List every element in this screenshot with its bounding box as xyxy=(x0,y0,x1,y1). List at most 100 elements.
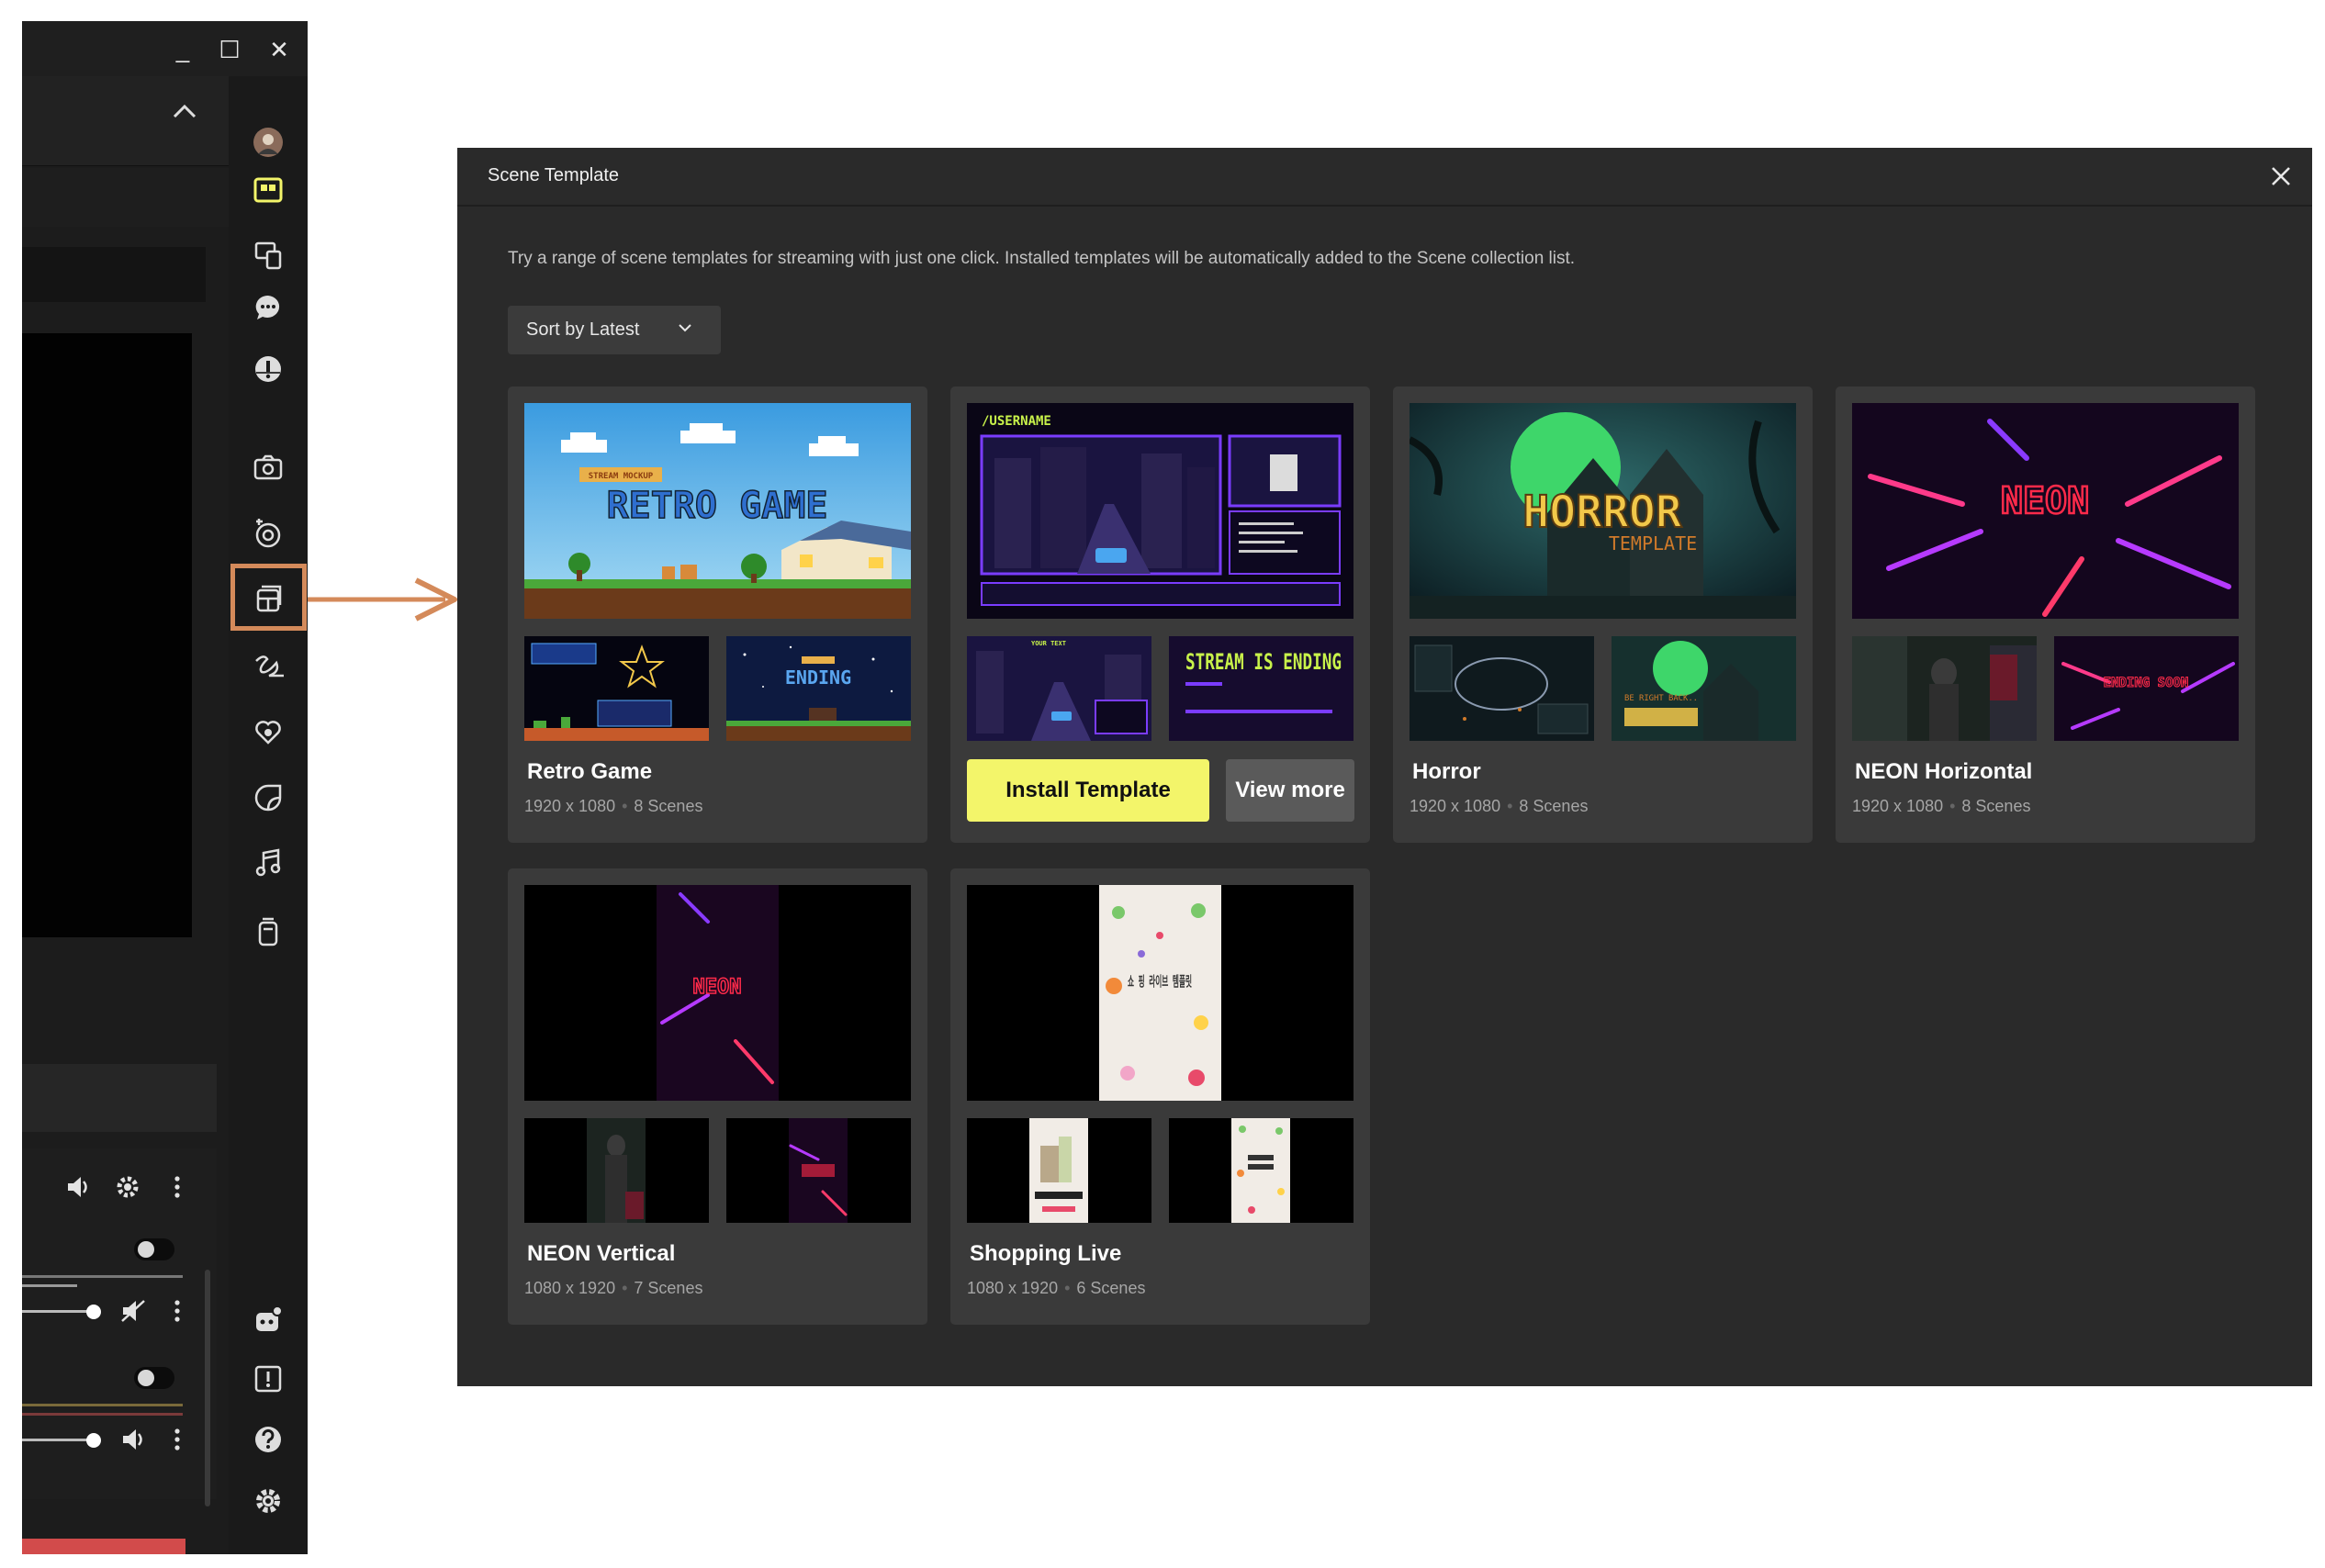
template-card-neon-horizontal[interactable]: NEON ENDING SOON NEON Horizontal 1920 x … xyxy=(1836,386,2255,843)
your-text-label: YOUR TEXT xyxy=(1031,640,1066,647)
chevron-up-icon[interactable] xyxy=(171,102,198,120)
template-name: NEON Horizontal xyxy=(1855,759,2033,784)
rec-button[interactable]: Rec xyxy=(22,1539,185,1554)
sort-label: Sort by Latest xyxy=(526,319,640,340)
alert-icon[interactable] xyxy=(249,350,287,388)
template-meta: 1920 x 1080 • 8 Scenes xyxy=(1410,797,1588,816)
pointer-arrow xyxy=(308,577,457,622)
speaker-icon[interactable] xyxy=(62,1171,94,1203)
music-icon[interactable] xyxy=(249,844,287,882)
stream-ending-text: STREAM IS ENDING xyxy=(1185,649,1342,675)
username-text: /USERNAME xyxy=(982,414,1051,429)
more-vertical-icon[interactable] xyxy=(162,1424,193,1455)
volume-meter-peak xyxy=(22,1413,183,1416)
retro-title: RETRO GAME xyxy=(607,485,828,527)
multi-device-icon[interactable] xyxy=(249,236,287,274)
template-resolution: 1920 x 1080 xyxy=(1410,797,1501,815)
template-scenes: 8 Scenes xyxy=(1961,797,2031,815)
stream-preview xyxy=(22,333,192,937)
sidebar-divider xyxy=(256,372,280,374)
close-icon[interactable] xyxy=(2266,162,2296,191)
template-thumbnail: YOUR TEXT xyxy=(967,636,1151,741)
ending-soon-text: ENDING SOON xyxy=(2104,676,2189,690)
scene-template-active-icon[interactable] xyxy=(249,171,287,209)
more-vertical-icon[interactable] xyxy=(162,1171,193,1203)
speaker-icon[interactable] xyxy=(118,1424,149,1455)
mute-toggle[interactable] xyxy=(134,1367,174,1389)
mixer-header xyxy=(22,1064,217,1132)
template-preview: NEON xyxy=(1852,403,2239,619)
template-thumbnail: BE RIGHT BACK.. xyxy=(1612,636,1796,741)
horror-subtitle: TEMPLATE xyxy=(1609,532,1697,554)
panel-toolbar xyxy=(22,168,229,227)
mute-toggle[interactable] xyxy=(134,1238,174,1260)
volume-slider[interactable] xyxy=(22,1439,94,1441)
template-name: Shopping Live xyxy=(970,1241,1122,1266)
webcam-settings-icon[interactable] xyxy=(249,514,287,553)
template-card-horror[interactable]: HORROR TEMPLATE BE RIGHT BACK.. Horror 1… xyxy=(1393,386,1813,843)
template-scenes: 8 Scenes xyxy=(1519,797,1589,815)
help-icon[interactable] xyxy=(249,1420,287,1459)
left-panel: Rec xyxy=(22,76,229,1554)
template-card-cyber-stream[interactable]: /USERNAME YOUR TEXT STREAM IS ENDING Ins… xyxy=(950,386,1370,843)
close-window-button[interactable]: ✕ xyxy=(264,34,295,65)
dialog-header: Scene Template xyxy=(457,148,2312,207)
chevron-down-icon xyxy=(679,324,691,332)
template-thumbnail xyxy=(1852,636,2037,741)
gear-icon[interactable] xyxy=(112,1171,143,1203)
more-vertical-icon[interactable] xyxy=(162,1295,193,1327)
template-card-retro-game[interactable]: STREAM MOCKUP RETRO GAME ENDING Retro Ga… xyxy=(508,386,927,843)
volume-slider-knob[interactable] xyxy=(86,1305,101,1319)
chat-icon[interactable] xyxy=(249,288,287,327)
template-thumbnail xyxy=(1169,1118,1353,1223)
template-scenes: 6 Scenes xyxy=(1076,1279,1146,1297)
template-preview: 쇼 핑 라이브 템플릿 xyxy=(967,885,1353,1101)
volume-slider[interactable] xyxy=(22,1310,94,1313)
view-more-button[interactable]: View more xyxy=(1226,759,1354,822)
draw-icon[interactable] xyxy=(249,646,287,685)
template-meta: 1920 x 1080 • 8 Scenes xyxy=(1852,797,2030,816)
be-right-back-text: BE RIGHT BACK.. xyxy=(1624,694,1698,703)
meta-separator: • xyxy=(622,797,628,815)
app-window: _ ☐ ✕ xyxy=(22,21,308,1554)
shopping-text: 쇼 핑 라이브 템플릿 xyxy=(1128,973,1192,990)
maximize-button[interactable]: ☐ xyxy=(214,34,245,65)
speaker-muted-icon[interactable] xyxy=(118,1295,149,1327)
template-preview: /USERNAME xyxy=(967,403,1353,619)
bot-icon[interactable] xyxy=(249,1300,287,1338)
template-resolution: 1080 x 1920 xyxy=(967,1279,1059,1297)
camera-icon[interactable] xyxy=(249,448,287,487)
heart-icon[interactable] xyxy=(249,712,287,751)
template-thumbnail xyxy=(1410,636,1594,741)
template-preview: NEON xyxy=(524,885,911,1101)
mixer-scrollbar[interactable] xyxy=(205,1270,210,1506)
neon-vertical-title: NEON xyxy=(693,976,742,999)
template-card-shopping-live[interactable]: 쇼 핑 라이브 템플릿 Shopping Live 1080 x 1920 • 6 … xyxy=(950,868,1370,1325)
title-bar: _ ☐ ✕ xyxy=(22,21,308,76)
template-preview: STREAM MOCKUP RETRO GAME xyxy=(524,403,911,619)
template-thumbnail xyxy=(967,1118,1151,1223)
sort-dropdown[interactable]: Sort by Latest xyxy=(508,306,721,354)
template-scenes: 8 Scenes xyxy=(634,797,703,815)
install-template-button[interactable]: Install Template xyxy=(967,759,1209,822)
template-thumbnail: STREAM IS ENDING xyxy=(1169,636,1353,741)
template-thumbnail xyxy=(726,1118,911,1223)
template-resolution: 1920 x 1080 xyxy=(524,797,616,815)
notice-icon[interactable] xyxy=(249,1360,287,1398)
meta-separator: • xyxy=(1064,1279,1071,1297)
volume-slider-knob[interactable] xyxy=(86,1433,101,1448)
icon-sidebar xyxy=(229,76,308,1554)
settings-gear-icon[interactable] xyxy=(249,1482,287,1520)
dialog-title: Scene Template xyxy=(488,165,620,185)
retro-subtitle: STREAM MOCKUP xyxy=(589,472,654,481)
template-thumbnail xyxy=(524,1118,709,1223)
remote-icon[interactable] xyxy=(249,912,287,950)
template-card-neon-vertical[interactable]: NEON NEON Vertical 1080 x 1920 • 7 Scenes xyxy=(508,868,927,1325)
template-thumbnail: ENDING xyxy=(726,636,911,741)
volume-meter xyxy=(22,1404,183,1406)
template-name: Retro Game xyxy=(527,759,653,784)
template-resolution: 1920 x 1080 xyxy=(1852,797,1944,815)
sticker-icon[interactable] xyxy=(249,778,287,817)
profile-avatar[interactable] xyxy=(249,123,287,162)
minimize-button[interactable]: _ xyxy=(167,34,198,65)
